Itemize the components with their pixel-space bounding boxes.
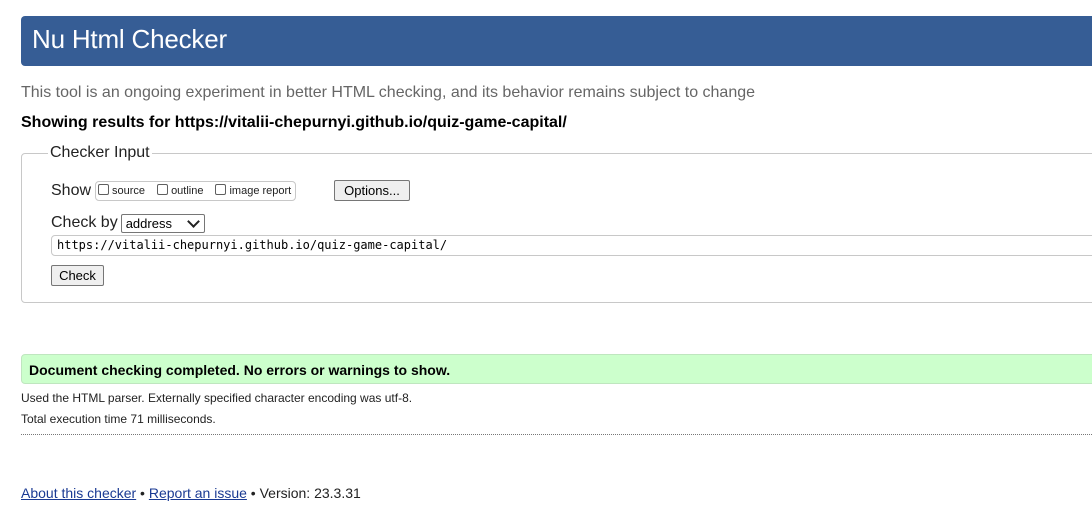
checker-input-legend: Checker Input [48,144,152,162]
page-title: Nu Html Checker [32,24,227,54]
show-outline-label: outline [171,185,204,197]
options-button[interactable]: Options... [334,180,410,201]
version-text: Version: 23.3.31 [259,485,361,501]
check-by-row: Check by address [51,213,205,233]
checkbox-icon[interactable] [98,183,110,195]
checkbox-icon[interactable] [215,183,227,195]
show-source-checkbox[interactable]: source [98,183,146,197]
about-checker-link[interactable]: About this checker [21,485,136,501]
footer: About this checker • Report an issue • V… [21,485,361,501]
chevron-down-icon [186,214,200,228]
show-image-report-label: image report [229,185,292,197]
show-row: Show source outline image report [51,180,297,202]
checkbox-icon[interactable] [157,183,169,195]
check-by-select[interactable]: address [120,213,205,233]
check-button[interactable]: Check [51,265,104,286]
check-by-label: Check by [51,214,118,231]
tagline: This tool is an ongoing experiment in be… [21,84,756,101]
showing-results-heading: Showing results for https://vitalii-chep… [21,114,567,131]
parser-info: Used the HTML parser. Externally specifi… [21,391,413,405]
report-issue-link[interactable]: Report an issue [149,485,247,501]
footer-separator: • [136,485,149,501]
show-outline-checkbox[interactable]: outline [157,183,204,197]
footer-separator: • [246,485,260,501]
show-source-label: source [112,185,146,197]
success-message-box: Document checking completed. No errors o… [21,354,1092,384]
divider [21,434,1092,435]
page-header: Nu Html Checker [21,16,1092,66]
execution-time: Total execution time 71 milliseconds. [21,412,216,426]
show-options-group: source outline image report [95,181,297,201]
show-label: Show [51,182,92,199]
show-image-report-checkbox[interactable]: image report [215,183,292,197]
url-input[interactable]: https://vitalii-chepurnyi.github.io/quiz… [51,235,1092,256]
success-message: Document checking completed. No errors o… [29,362,451,378]
check-by-value: address [125,215,172,231]
